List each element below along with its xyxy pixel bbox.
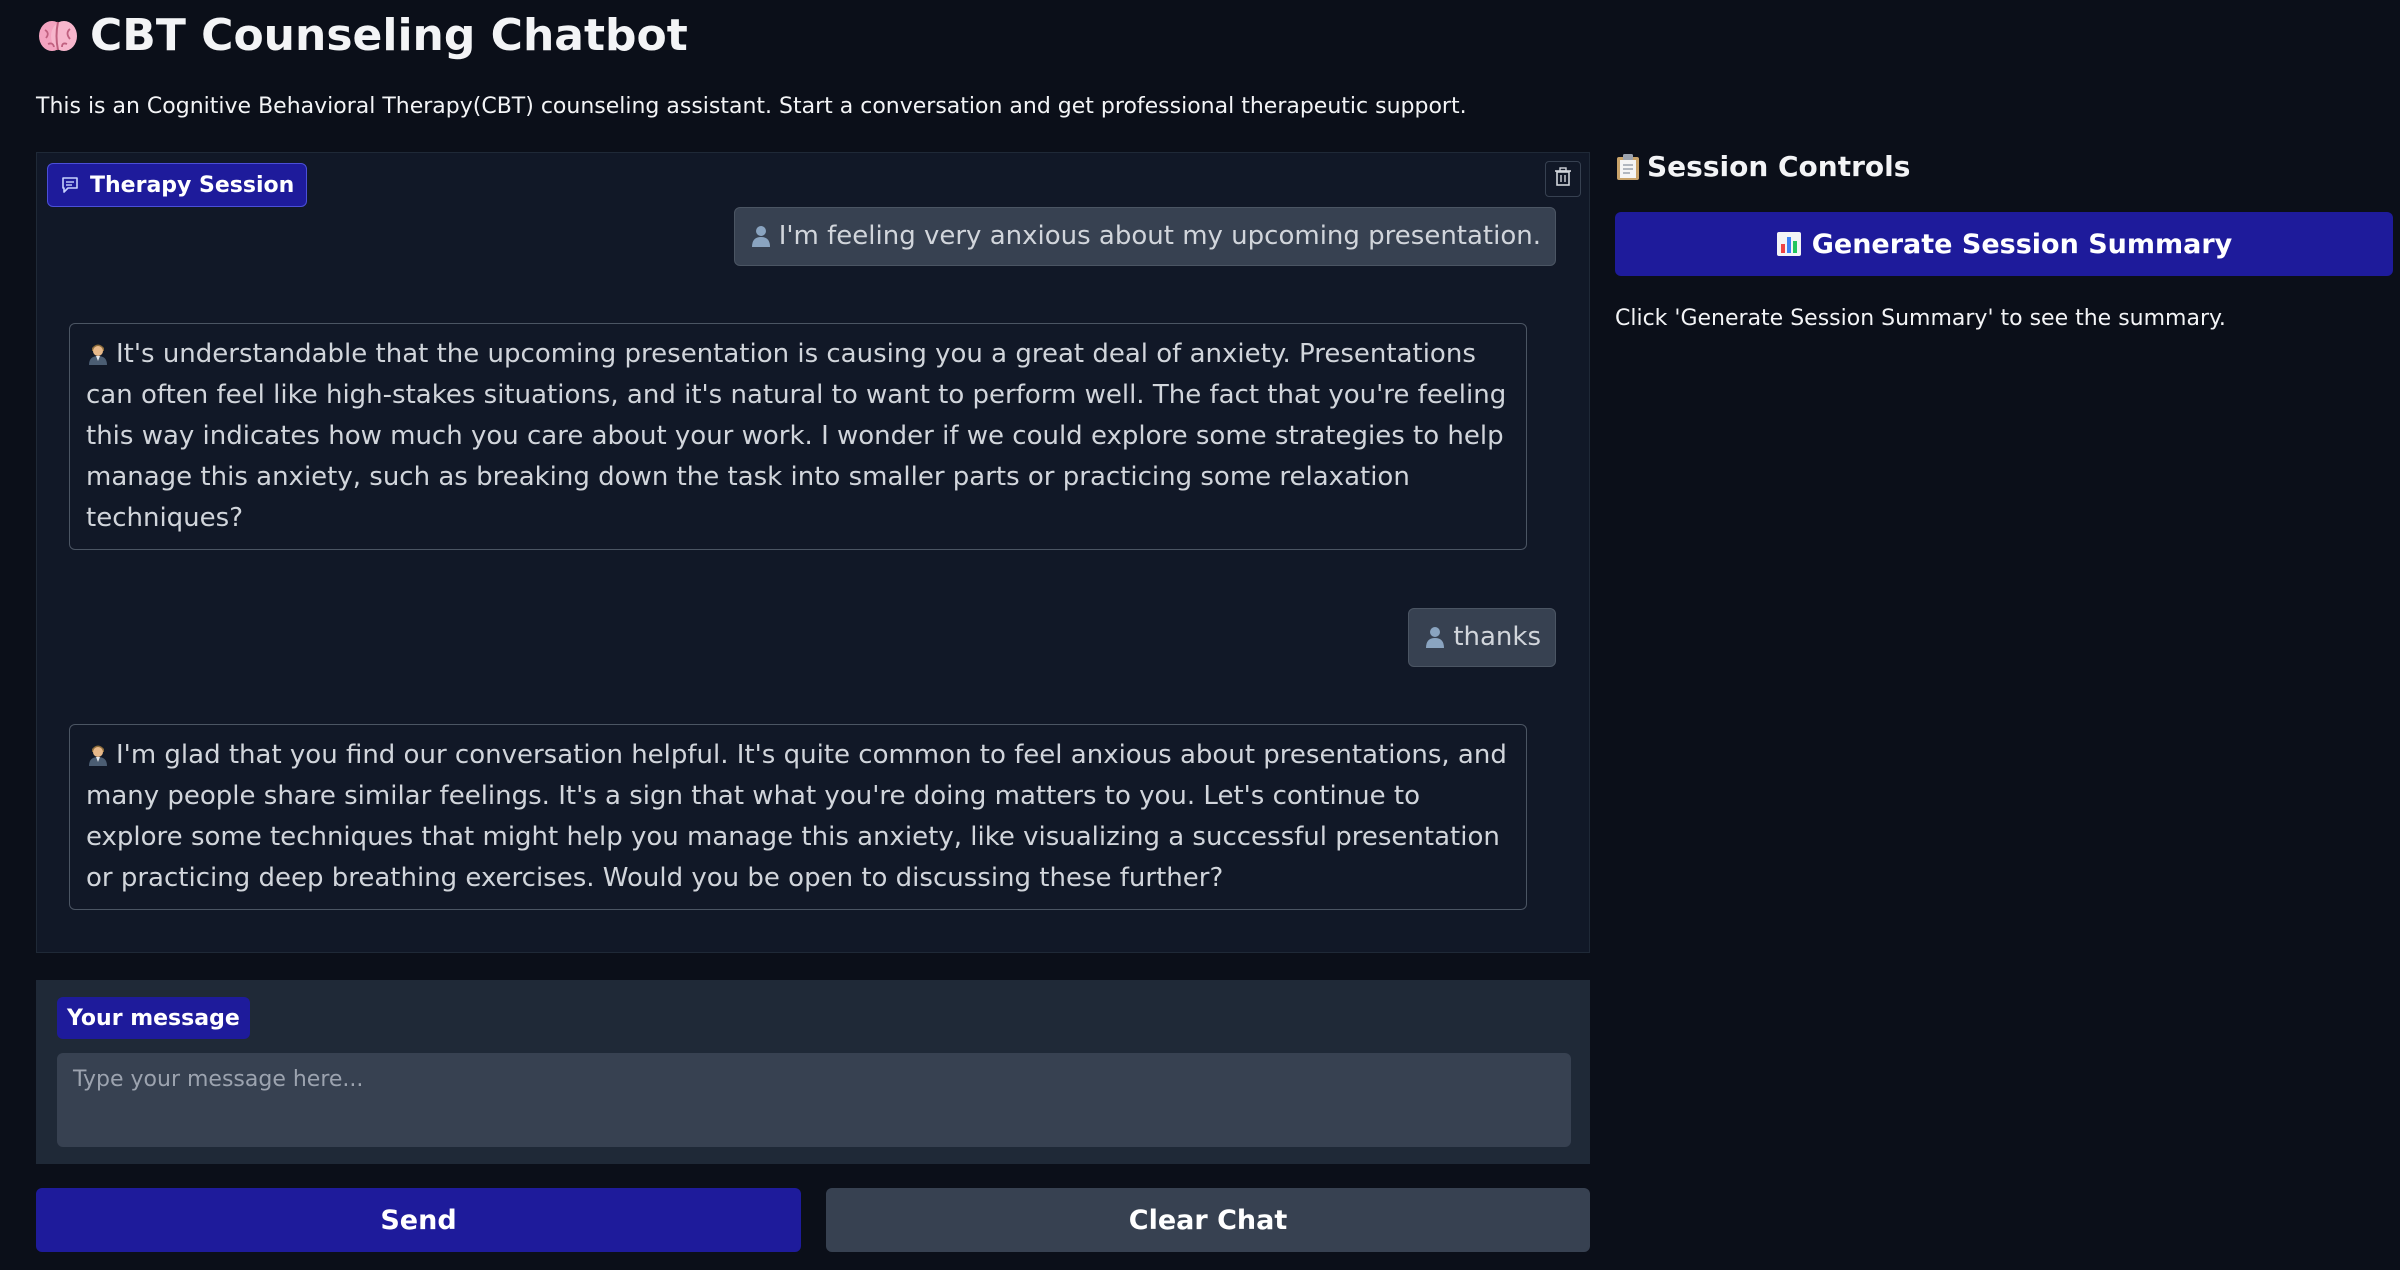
trash-icon	[1554, 167, 1572, 191]
page-title: CBT Counseling Chatbot	[36, 10, 688, 61]
chatbot-label: Therapy Session	[47, 163, 308, 207]
message-text: I'm feeling very anxious about my upcomi…	[778, 221, 1541, 251]
page-title-text: CBT Counseling Chatbot	[90, 10, 688, 61]
summary-output: Click 'Generate Session Summary' to see …	[1615, 306, 2226, 331]
user-icon	[749, 219, 773, 247]
clipboard-icon	[1615, 153, 1641, 181]
user-icon	[1423, 620, 1447, 648]
therapist-icon	[86, 738, 110, 766]
chatbot-label-text: Therapy Session	[90, 172, 295, 198]
bot-message: It's understandable that the upcoming pr…	[69, 323, 1527, 550]
user-message: I'm feeling very anxious about my upcomi…	[733, 207, 1556, 266]
message-input-panel: Your message	[36, 980, 1590, 1164]
message-input[interactable]	[57, 1053, 1571, 1147]
message-text: I'm glad that you find our conversation …	[86, 740, 1507, 893]
chat-panel[interactable]: Therapy Session I'm feeling very anxious…	[36, 152, 1590, 953]
message-text: It's understandable that the upcoming pr…	[86, 339, 1507, 533]
send-button[interactable]: Send	[36, 1188, 801, 1252]
chat-icon	[60, 175, 80, 195]
brain-icon	[36, 14, 80, 58]
clear-history-button[interactable]	[1545, 161, 1581, 197]
generate-summary-button[interactable]: Generate Session Summary	[1615, 212, 2393, 276]
session-controls-heading: Session Controls	[1615, 150, 1910, 183]
bar-chart-icon	[1776, 231, 1802, 257]
bot-message: I'm glad that you find our conversation …	[69, 724, 1527, 910]
message-input-label: Your message	[57, 997, 250, 1039]
therapist-icon	[86, 337, 110, 365]
clear-chat-button[interactable]: Clear Chat	[826, 1188, 1590, 1252]
user-message: thanks	[1408, 608, 1556, 667]
app-description: This is an Cognitive Behavioral Therapy(…	[36, 94, 1467, 119]
session-controls-title: Session Controls	[1647, 150, 1911, 183]
generate-summary-label: Generate Session Summary	[1811, 228, 2233, 260]
message-text: thanks	[1453, 622, 1541, 652]
